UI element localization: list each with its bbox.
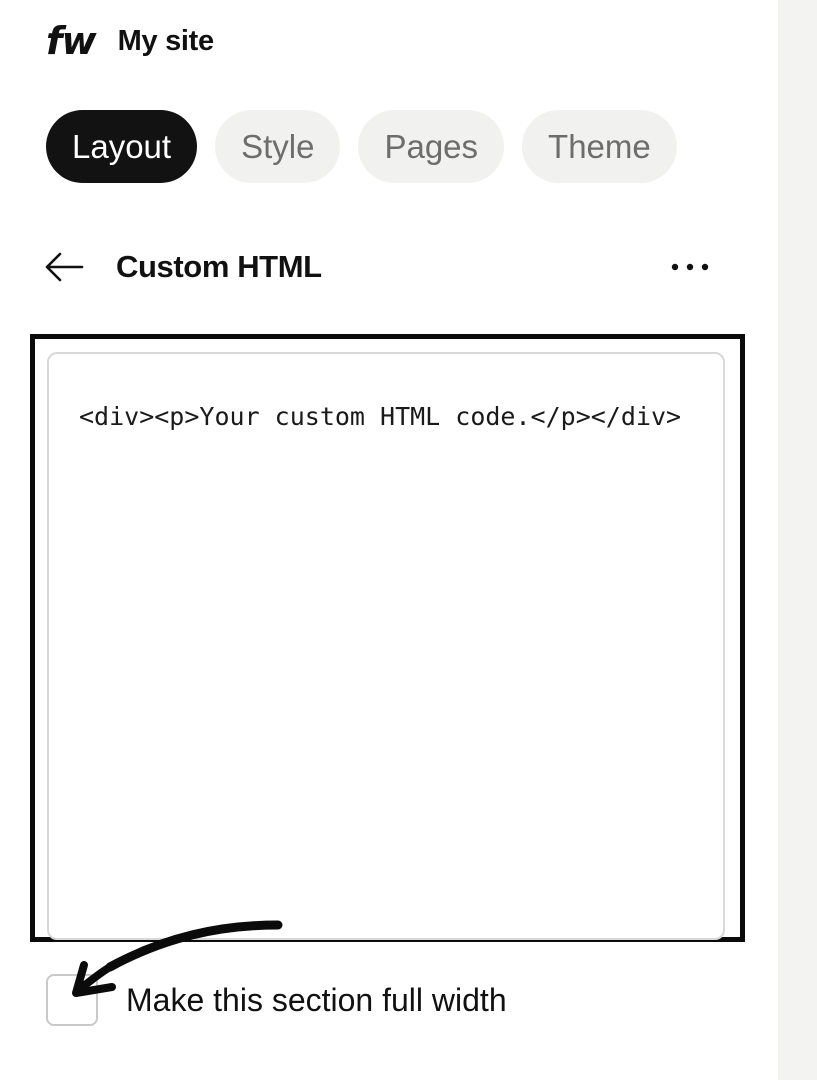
tab-pages[interactable]: Pages xyxy=(358,110,505,183)
annotation-arrow-icon xyxy=(72,920,283,997)
arrow-left-icon[interactable] xyxy=(44,247,84,287)
tab-layout[interactable]: Layout xyxy=(46,110,198,183)
tab-theme[interactable]: Theme xyxy=(522,110,677,183)
sidebar-header: fw My site xyxy=(46,18,214,64)
more-dots-graphic xyxy=(671,263,709,271)
editor-sidebar: fw My site Layout Style Pages Theme Cust… xyxy=(0,0,778,1080)
more-horizontal-icon[interactable] xyxy=(668,247,712,287)
site-name: My site xyxy=(117,24,215,57)
tab-style[interactable]: Style xyxy=(215,110,341,183)
brand-logo[interactable]: fw xyxy=(46,22,97,60)
custom-html-editor[interactable] xyxy=(47,352,725,940)
section-title: Custom HTML xyxy=(116,249,322,284)
sidebar-tabs: Layout Style Pages Theme xyxy=(46,110,677,183)
preview-panel xyxy=(778,0,817,1080)
section-header: Custom HTML xyxy=(44,240,712,294)
arrow-left-icon-graphic xyxy=(45,252,84,282)
